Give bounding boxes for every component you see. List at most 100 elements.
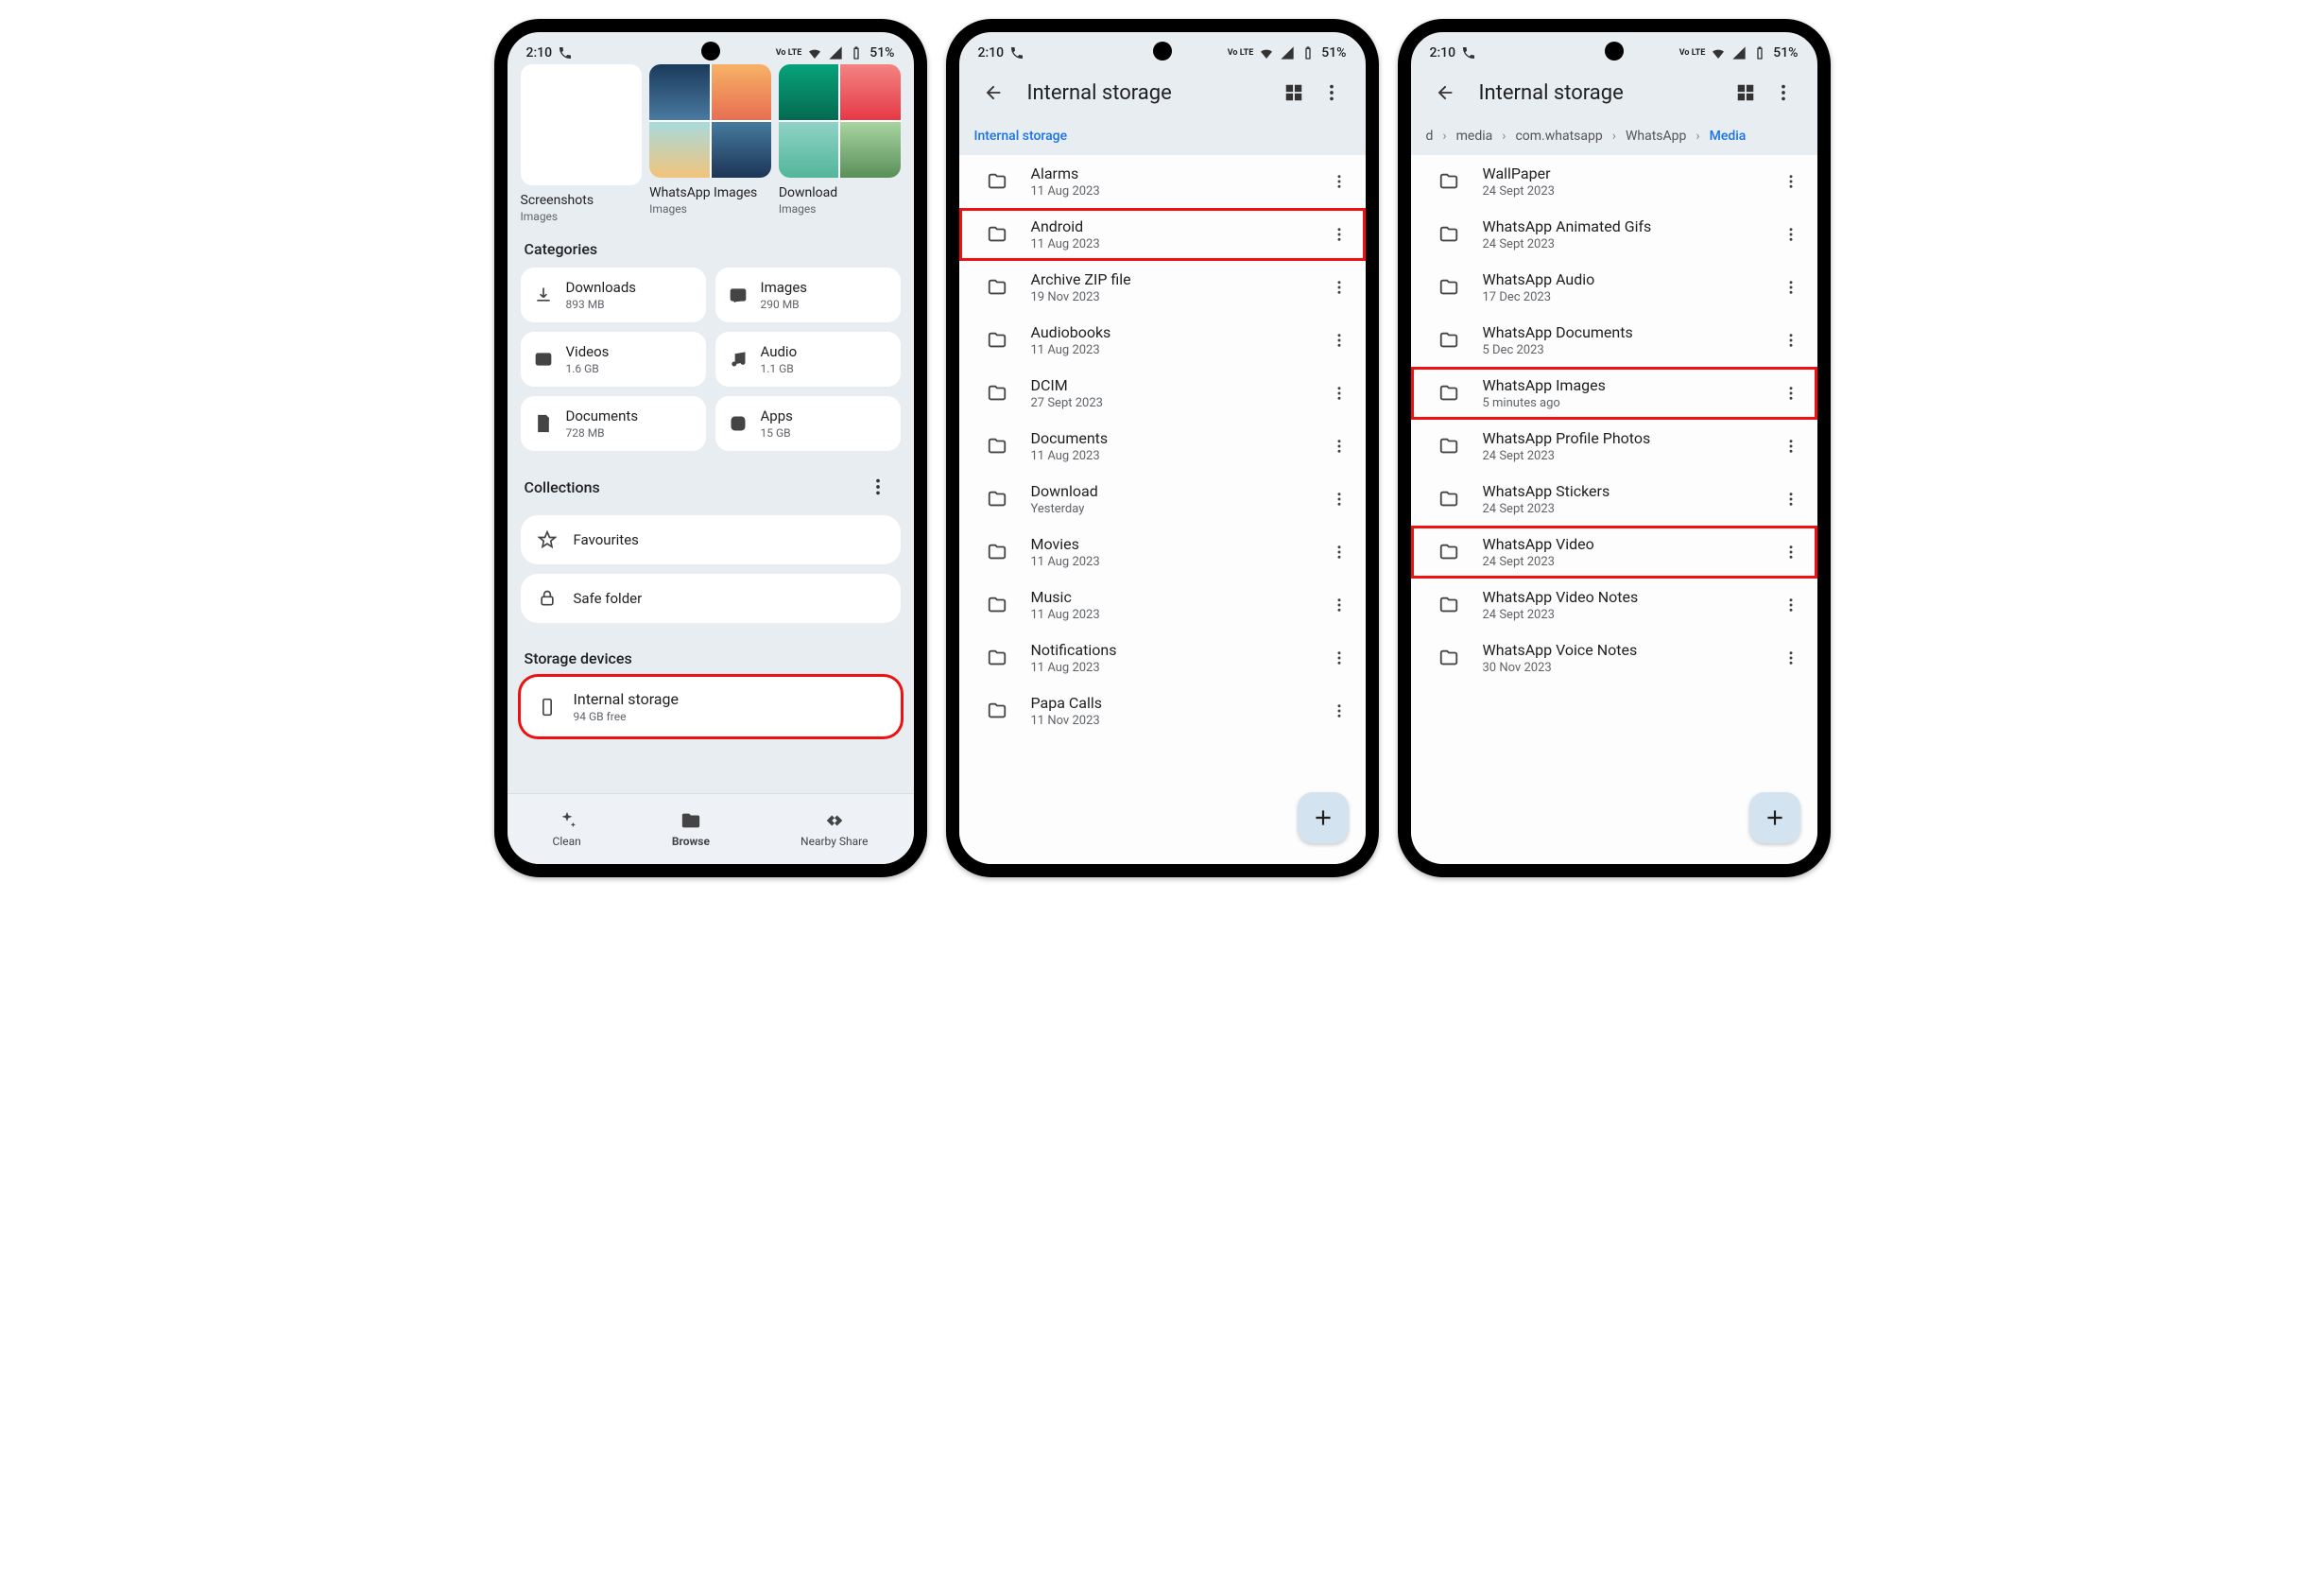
folder-row[interactable]: WhatsApp Animated Gifs24 Sept 2023 bbox=[1411, 208, 1817, 261]
crumb[interactable]: WhatsApp bbox=[1626, 129, 1686, 144]
folder-date: 11 Aug 2023 bbox=[1031, 449, 1320, 463]
row-more-button[interactable] bbox=[1320, 438, 1358, 455]
category-apps[interactable]: Apps15 GB bbox=[715, 396, 901, 451]
breadcrumb[interactable]: Internal storage bbox=[959, 121, 1366, 155]
folder-name: Music bbox=[1031, 588, 1320, 606]
folder-icon bbox=[978, 436, 1016, 457]
folder-row[interactable]: Notifications11 Aug 2023 bbox=[959, 631, 1366, 684]
folder-icon bbox=[1430, 436, 1468, 457]
tile-download[interactable]: Download Images bbox=[779, 64, 901, 223]
tile-thumb bbox=[779, 64, 901, 178]
row-more-button[interactable] bbox=[1320, 491, 1358, 508]
row-more-button[interactable] bbox=[1320, 385, 1358, 402]
category-downloads[interactable]: Downloads893 MB bbox=[521, 268, 706, 322]
folder-row[interactable]: Archive ZIP file19 Nov 2023 bbox=[959, 261, 1366, 314]
arrow-back-icon bbox=[983, 82, 1004, 103]
back-button[interactable] bbox=[1426, 74, 1464, 112]
more-vert-icon bbox=[868, 476, 888, 497]
folder-date: 24 Sept 2023 bbox=[1483, 555, 1772, 569]
status-time: 2:10 bbox=[1430, 45, 1456, 61]
favourites-card[interactable]: Favourites bbox=[521, 515, 901, 564]
fab-add[interactable] bbox=[1749, 792, 1800, 843]
collections-more-button[interactable] bbox=[859, 468, 897, 506]
folder-row[interactable]: WhatsApp Voice Notes30 Nov 2023 bbox=[1411, 631, 1817, 684]
row-more-button[interactable] bbox=[1772, 385, 1810, 402]
folder-name: Movies bbox=[1031, 535, 1320, 553]
row-more-button[interactable] bbox=[1320, 173, 1358, 190]
row-more-button[interactable] bbox=[1772, 544, 1810, 561]
internal-storage-card[interactable]: Internal storage 94 GB free bbox=[521, 677, 901, 736]
row-more-button[interactable] bbox=[1772, 649, 1810, 666]
nav-clean[interactable]: Clean bbox=[553, 810, 581, 848]
tile-screenshots[interactable]: Screenshots Images bbox=[521, 64, 643, 223]
tile-label: WhatsApp Images bbox=[649, 185, 771, 200]
row-more-button[interactable] bbox=[1772, 226, 1810, 243]
row-more-button[interactable] bbox=[1320, 226, 1358, 243]
tile-whatsapp-images[interactable]: WhatsApp Images Images bbox=[649, 64, 771, 223]
folder-date: 24 Sept 2023 bbox=[1483, 184, 1772, 199]
row-more-button[interactable] bbox=[1772, 438, 1810, 455]
category-videos[interactable]: Videos1.6 GB bbox=[521, 332, 706, 387]
folder-row[interactable]: WallPaper24 Sept 2023 bbox=[1411, 155, 1817, 208]
more-button[interactable] bbox=[1765, 74, 1802, 112]
folder-row[interactable]: DownloadYesterday bbox=[959, 473, 1366, 526]
crumb[interactable]: Internal storage bbox=[974, 129, 1068, 144]
crumb[interactable]: com.whatsapp bbox=[1515, 129, 1602, 144]
folder-row[interactable]: WhatsApp Documents5 Dec 2023 bbox=[1411, 314, 1817, 367]
folder-row[interactable]: Documents11 Aug 2023 bbox=[959, 420, 1366, 473]
back-button[interactable] bbox=[974, 74, 1012, 112]
row-more-button[interactable] bbox=[1772, 597, 1810, 614]
view-toggle-button[interactable] bbox=[1275, 74, 1313, 112]
row-more-button[interactable] bbox=[1772, 279, 1810, 296]
row-more-button[interactable] bbox=[1772, 491, 1810, 508]
folder-row[interactable]: WhatsApp Profile Photos24 Sept 2023 bbox=[1411, 420, 1817, 473]
folder-row[interactable]: WhatsApp Images5 minutes ago bbox=[1411, 367, 1817, 420]
section-storage: Storage devices bbox=[508, 632, 914, 677]
category-audio[interactable]: Audio1.1 GB bbox=[715, 332, 901, 387]
row-more-button[interactable] bbox=[1320, 279, 1358, 296]
tile-label: Screenshots bbox=[521, 193, 643, 208]
row-more-button[interactable] bbox=[1772, 173, 1810, 190]
more-button[interactable] bbox=[1313, 74, 1351, 112]
category-icon bbox=[729, 350, 748, 369]
safe-folder-card[interactable]: Safe folder bbox=[521, 574, 901, 623]
star-icon bbox=[538, 530, 557, 549]
row-more-button[interactable] bbox=[1320, 544, 1358, 561]
crumb[interactable]: media bbox=[1456, 129, 1493, 144]
folder-row[interactable]: Movies11 Aug 2023 bbox=[959, 526, 1366, 579]
fab-add[interactable] bbox=[1298, 792, 1349, 843]
row-more-button[interactable] bbox=[1320, 597, 1358, 614]
folder-row[interactable]: WhatsApp Audio17 Dec 2023 bbox=[1411, 261, 1817, 314]
folder-row[interactable]: DCIM27 Sept 2023 bbox=[959, 367, 1366, 420]
folder-row[interactable]: Papa Calls11 Nov 2023 bbox=[959, 684, 1366, 737]
row-more-button[interactable] bbox=[1320, 332, 1358, 349]
nav-browse[interactable]: Browse bbox=[672, 810, 710, 848]
folder-list[interactable]: Alarms11 Aug 2023Android11 Aug 2023Archi… bbox=[959, 155, 1366, 864]
crumb[interactable]: d bbox=[1426, 129, 1434, 144]
row-more-button[interactable] bbox=[1320, 702, 1358, 719]
folder-row[interactable]: Music11 Aug 2023 bbox=[959, 579, 1366, 631]
row-more-button[interactable] bbox=[1320, 649, 1358, 666]
nav-label: Nearby Share bbox=[800, 835, 868, 848]
folder-list[interactable]: WallPaper24 Sept 2023WhatsApp Animated G… bbox=[1411, 155, 1817, 864]
view-toggle-button[interactable] bbox=[1727, 74, 1765, 112]
folder-icon bbox=[978, 330, 1016, 351]
folder-date: 24 Sept 2023 bbox=[1483, 502, 1772, 516]
category-documents[interactable]: Documents728 MB bbox=[521, 396, 706, 451]
breadcrumb[interactable]: d›media›com.whatsapp›WhatsApp›Media bbox=[1411, 121, 1817, 155]
nav-nearby[interactable]: Nearby Share bbox=[800, 810, 868, 848]
folder-row[interactable]: Alarms11 Aug 2023 bbox=[959, 155, 1366, 208]
battery-pct: 51% bbox=[1773, 45, 1798, 61]
folder-row[interactable]: Audiobooks11 Aug 2023 bbox=[959, 314, 1366, 367]
folder-row[interactable]: WhatsApp Video24 Sept 2023 bbox=[1411, 526, 1817, 579]
row-more-button[interactable] bbox=[1772, 332, 1810, 349]
folder-row[interactable]: Android11 Aug 2023 bbox=[959, 208, 1366, 261]
category-images[interactable]: Images290 MB bbox=[715, 268, 901, 322]
crumb[interactable]: Media bbox=[1710, 129, 1747, 144]
screen-internal-storage: 2:10 Vo LTE51% Internal storage Internal… bbox=[946, 19, 1379, 877]
folder-row[interactable]: WhatsApp Stickers24 Sept 2023 bbox=[1411, 473, 1817, 526]
folder-date: 27 Sept 2023 bbox=[1031, 396, 1320, 410]
folder-row[interactable]: WhatsApp Video Notes24 Sept 2023 bbox=[1411, 579, 1817, 631]
category-label: Documents bbox=[566, 407, 639, 424]
folder-name: Archive ZIP file bbox=[1031, 270, 1320, 288]
